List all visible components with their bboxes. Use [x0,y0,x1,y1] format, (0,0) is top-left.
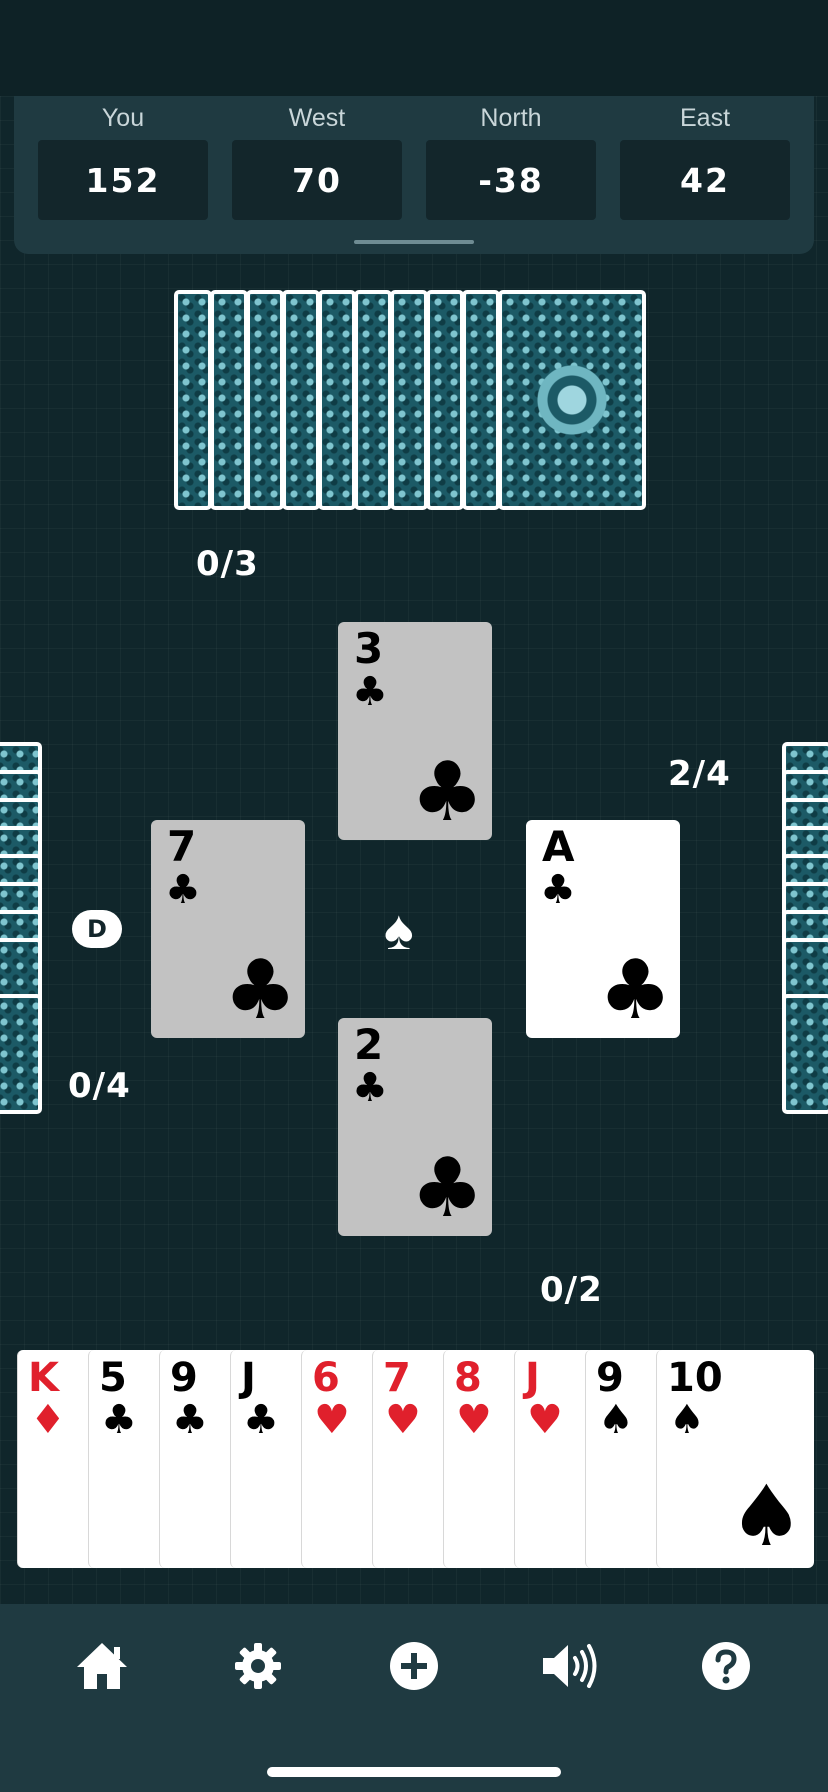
played-card-west: 7 ♣ ♣ [151,820,305,1038]
club-icon: ♣ [223,943,297,1038]
player-name-north: North [480,104,542,132]
new-game-button[interactable] [382,1634,446,1698]
player-name-you: You [101,104,145,132]
home-icon [77,1643,127,1689]
tricks-north: 0/3 [196,544,259,584]
card-rank: 9 [596,1355,624,1401]
spade-icon: ♠ [598,1397,634,1443]
score-west: West 70 [232,96,402,220]
card-rank: K [28,1355,59,1401]
trump-spade-icon: ♠ [384,898,414,961]
club-icon: ♣ [540,867,576,913]
card-rank: 7 [383,1355,411,1401]
status-bar-area [0,0,828,96]
diamond-icon: ♦ [30,1397,66,1443]
score-value-east: 42 [620,140,790,220]
sound-button[interactable] [538,1634,602,1698]
home-indicator [267,1767,561,1777]
card-back [390,290,428,510]
score-value-north: -38 [426,140,596,220]
score-value-you: 152 [38,140,208,220]
club-icon: ♣ [352,1065,388,1111]
score-east: East 42 [620,96,790,220]
north-hand [174,290,654,510]
card-rank: J [241,1355,256,1401]
card-rank: 5 [99,1355,127,1401]
tricks-south: 0/2 [540,1270,603,1310]
card-back [282,290,320,510]
heart-icon: ♥ [314,1397,350,1443]
card-rank: 8 [454,1355,482,1401]
card-back [782,994,828,1114]
question-icon [702,1642,750,1690]
club-icon: ♣ [172,1397,208,1443]
speaker-icon [543,1644,597,1688]
player-name-west: West [288,104,346,132]
player-hand: K ♦ 5 ♣ 9 ♣ J ♣ 6 ♥ 7 ♥ 8 ♥ J ♥ 9 ♠ 10 ♠ ♠ [17,1350,814,1568]
east-hand [782,742,828,1118]
dealer-badge: D [72,910,122,948]
score-you: You 152 [38,96,208,220]
scoreboard-drag-handle[interactable] [354,240,474,244]
club-icon: ♣ [101,1397,137,1443]
heart-icon: ♥ [456,1397,492,1443]
card-back [462,290,500,510]
card-rank: 9 [170,1355,198,1401]
help-button[interactable] [694,1634,758,1698]
card-rank: 2 [354,1020,384,1069]
club-icon: ♣ [165,867,201,913]
card-back [246,290,284,510]
heart-icon: ♥ [527,1397,563,1443]
card-back [354,290,392,510]
settings-button[interactable] [226,1634,290,1698]
spade-icon: ♠ [669,1397,705,1443]
card-back [0,994,42,1114]
card-back-ornament [527,355,617,445]
card-rank: 10 [667,1355,723,1401]
card-rank: A [542,822,575,871]
club-icon: ♣ [410,1141,484,1236]
plus-circle-icon [390,1642,438,1690]
score-north: North -38 [426,96,596,220]
played-card-north: 3 ♣ ♣ [338,622,492,840]
played-card-east: A ♣ ♣ [526,820,680,1038]
card-back [426,290,464,510]
score-value-west: 70 [232,140,402,220]
card-back [210,290,248,510]
hand-card[interactable]: 10 ♠ ♠ [656,1350,814,1568]
bottom-toolbar [0,1604,828,1792]
club-icon: ♣ [352,669,388,715]
spade-icon: ♠ [728,1467,804,1565]
club-icon: ♣ [410,745,484,840]
club-icon: ♣ [598,943,672,1038]
tricks-west: 0/4 [68,1066,131,1106]
gear-icon [235,1643,281,1689]
club-icon: ♣ [243,1397,279,1443]
player-name-east: East [679,104,731,132]
card-back [174,290,212,510]
card-rank: J [525,1355,540,1401]
tricks-east: 2/4 [668,754,731,794]
west-hand [0,742,42,1118]
card-rank: 7 [167,822,197,871]
home-button[interactable] [70,1634,134,1698]
card-back [498,290,646,510]
heart-icon: ♥ [385,1397,421,1443]
card-back [318,290,356,510]
card-rank: 3 [354,624,384,673]
played-card-south: 2 ♣ ♣ [338,1018,492,1236]
scoreboard[interactable]: You 152 West 70 North -38 East 42 [14,96,814,254]
card-rank: 6 [312,1355,340,1401]
